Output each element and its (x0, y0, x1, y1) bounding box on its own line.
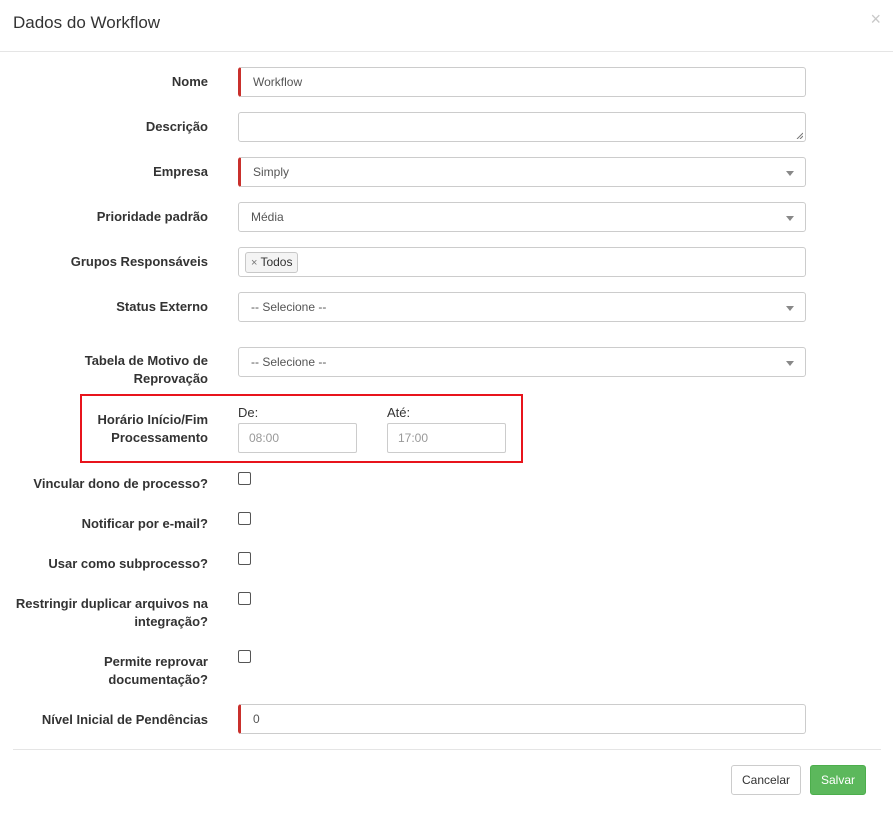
grupos-multiselect[interactable]: × Todos (238, 247, 806, 277)
notificar-checkbox[interactable] (238, 512, 251, 525)
ate-label: Até: (387, 405, 411, 420)
descricao-textarea[interactable] (238, 112, 806, 142)
chevron-down-icon (786, 361, 794, 366)
empresa-select[interactable]: Simply (238, 157, 806, 187)
motivo-label-line1: Tabela de Motivo de (84, 353, 208, 368)
notificar-label: Notificar por e-mail? (81, 516, 208, 531)
status-externo-label: Status Externo (116, 299, 208, 314)
restringir-label-line2: integração? (134, 614, 208, 629)
prioridade-select[interactable]: Média (238, 202, 806, 232)
de-label: De: (238, 405, 259, 420)
reprovar-checkbox[interactable] (238, 650, 251, 663)
reprovar-label-line1: Permite reprovar (103, 654, 208, 669)
reprovar-label: Permite reprovar documentação? (104, 653, 208, 689)
horario-fim-input[interactable]: 17:00 (387, 423, 506, 453)
chevron-down-icon (786, 171, 794, 176)
status-externo-value: -- Selecione -- (251, 300, 327, 314)
grupos-label: Grupos Responsáveis (70, 254, 208, 269)
horario-label: Horário Início/Fim Processamento (97, 411, 208, 447)
chevron-down-icon (786, 216, 794, 221)
cancel-button[interactable]: Cancelar (731, 765, 801, 795)
nome-input[interactable]: Workflow (238, 67, 806, 97)
prioridade-label: Prioridade padrão (96, 209, 208, 224)
modal-title: Dados do Workflow (13, 13, 161, 32)
footer-divider (13, 749, 881, 750)
motivo-select[interactable]: -- Selecione -- (238, 347, 806, 377)
chevron-down-icon (786, 306, 794, 311)
restringir-label-line1: Restringir duplicar arquivos na (15, 596, 208, 611)
nome-label: Nome (171, 74, 208, 89)
reprovar-label-line2: documentação? (108, 672, 208, 687)
empresa-value: Simply (253, 165, 290, 179)
vincular-checkbox[interactable] (238, 472, 251, 485)
motivo-label: Tabela de Motivo de Reprovação (85, 352, 208, 388)
status-externo-select[interactable]: -- Selecione -- (238, 292, 806, 322)
tag-label: Todos (260, 255, 293, 269)
horario-label-line2: Processamento (111, 430, 208, 445)
subprocesso-label: Usar como subprocesso? (48, 556, 208, 571)
nivel-label: Nível Inicial de Pendências (41, 712, 208, 727)
horario-inicio-input[interactable]: 08:00 (238, 423, 357, 453)
prioridade-value: Média (251, 210, 284, 224)
tag-remove-icon[interactable]: × (251, 257, 257, 269)
vincular-label: Vincular dono de processo? (33, 476, 208, 491)
modal-header: Dados do Workflow × (0, 0, 893, 52)
motivo-value: -- Selecione -- (251, 355, 327, 369)
subprocesso-checkbox[interactable] (238, 552, 251, 565)
tag-todos: × Todos (245, 252, 299, 273)
restringir-label: Restringir duplicar arquivos na integraç… (16, 595, 208, 631)
motivo-label-line2: Reprovação (133, 371, 208, 386)
descricao-label: Descrição (145, 119, 208, 134)
horario-label-line1: Horário Início/Fim (97, 412, 208, 427)
nivel-input[interactable]: 0 (238, 704, 806, 734)
resize-grip-icon[interactable] (796, 132, 803, 139)
restringir-checkbox[interactable] (238, 592, 251, 605)
empresa-label: Empresa (153, 164, 208, 179)
close-icon[interactable]: × (870, 10, 881, 28)
save-button[interactable]: Salvar (810, 765, 866, 795)
